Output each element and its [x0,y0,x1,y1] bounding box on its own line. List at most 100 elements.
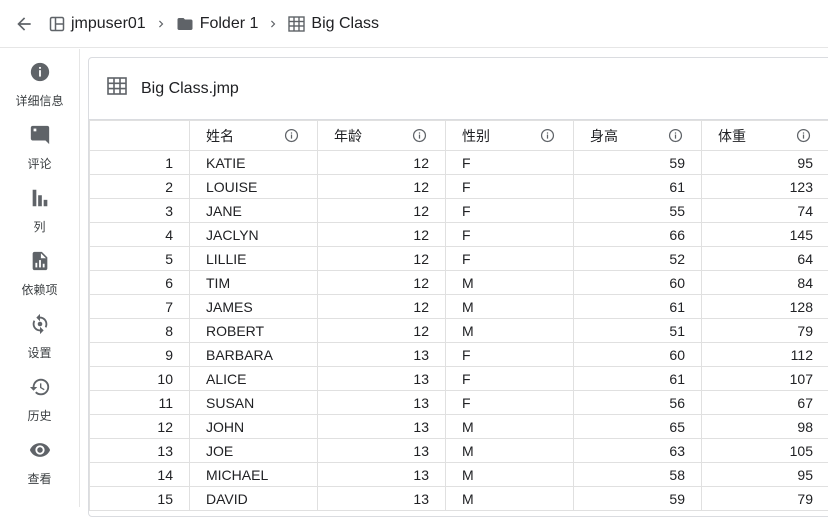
column-header[interactable]: 年龄 [318,121,446,151]
table-cell[interactable]: 12 [318,247,446,271]
breadcrumb-table[interactable]: Big Class [288,15,379,33]
table-cell[interactable]: F [446,391,574,415]
table-cell[interactable]: 112 [702,343,828,367]
sidebar-item-settings[interactable]: 设置 [0,313,79,361]
column-info-icon[interactable] [668,128,683,143]
row-number[interactable]: 11 [90,391,190,415]
back-arrow-icon[interactable] [13,13,35,35]
row-number[interactable]: 10 [90,367,190,391]
table-cell[interactable]: 51 [574,319,702,343]
table-cell[interactable]: 59 [574,151,702,175]
sidebar-item-columns[interactable]: 列 [0,187,79,235]
table-cell[interactable]: 67 [702,391,828,415]
table-cell[interactable]: 12 [318,175,446,199]
table-cell[interactable]: 63 [574,439,702,463]
table-cell[interactable]: 12 [318,223,446,247]
table-cell[interactable]: 61 [574,367,702,391]
sidebar-item-details[interactable]: 详细信息 [0,61,79,109]
table-cell[interactable]: JAMES [190,295,318,319]
row-number[interactable]: 14 [90,463,190,487]
table-cell[interactable]: 13 [318,439,446,463]
table-cell[interactable]: 61 [574,295,702,319]
table-cell[interactable]: BARBARA [190,343,318,367]
row-number[interactable]: 12 [90,415,190,439]
table-cell[interactable]: F [446,247,574,271]
column-info-icon[interactable] [796,128,811,143]
table-row[interactable]: 2LOUISE12F61123 [90,175,828,199]
table-row[interactable]: 7JAMES12M61128 [90,295,828,319]
table-row[interactable]: 3JANE12F5574 [90,199,828,223]
table-cell[interactable]: 95 [702,463,828,487]
table-row[interactable]: 5LILLIE12F5264 [90,247,828,271]
table-cell[interactable]: 105 [702,439,828,463]
table-cell[interactable]: 13 [318,343,446,367]
table-cell[interactable]: JACLYN [190,223,318,247]
breadcrumb-folder[interactable]: Folder 1 [176,15,259,33]
table-cell[interactable]: ALICE [190,367,318,391]
table-cell[interactable]: M [446,415,574,439]
table-cell[interactable]: M [446,439,574,463]
table-cell[interactable]: 13 [318,415,446,439]
table-cell[interactable]: 64 [702,247,828,271]
sidebar-item-history[interactable]: 历史 [0,376,79,424]
table-cell[interactable]: 13 [318,367,446,391]
row-number[interactable]: 8 [90,319,190,343]
table-cell[interactable]: F [446,175,574,199]
table-cell[interactable]: M [446,319,574,343]
row-number[interactable]: 2 [90,175,190,199]
table-cell[interactable]: JOE [190,439,318,463]
column-info-icon[interactable] [540,128,555,143]
table-cell[interactable]: KATIE [190,151,318,175]
table-cell[interactable]: 145 [702,223,828,247]
table-cell[interactable]: 123 [702,175,828,199]
table-cell[interactable]: SUSAN [190,391,318,415]
table-cell[interactable]: JOHN [190,415,318,439]
column-header[interactable]: 体重 [702,121,828,151]
table-cell[interactable]: 98 [702,415,828,439]
table-cell[interactable]: 55 [574,199,702,223]
row-number-header[interactable] [90,121,190,151]
table-cell[interactable]: 12 [318,295,446,319]
table-row[interactable]: 11SUSAN13F5667 [90,391,828,415]
table-cell[interactable]: M [446,271,574,295]
table-row[interactable]: 6TIM12M6084 [90,271,828,295]
table-cell[interactable]: MICHAEL [190,463,318,487]
row-number[interactable]: 9 [90,343,190,367]
sidebar-item-comments[interactable]: 评论 [0,124,79,172]
row-number[interactable]: 4 [90,223,190,247]
table-row[interactable]: 8ROBERT12M5179 [90,319,828,343]
table-row[interactable]: 13JOE13M63105 [90,439,828,463]
row-number[interactable]: 7 [90,295,190,319]
table-cell[interactable]: 12 [318,199,446,223]
table-row[interactable]: 12JOHN13M6598 [90,415,828,439]
table-cell[interactable]: M [446,295,574,319]
breadcrumb-workspace[interactable]: jmpuser01 [49,15,146,33]
table-cell[interactable]: 12 [318,271,446,295]
table-cell[interactable]: F [446,367,574,391]
table-row[interactable]: 14MICHAEL13M5895 [90,463,828,487]
table-cell[interactable]: M [446,463,574,487]
table-cell[interactable]: 60 [574,271,702,295]
row-number[interactable]: 1 [90,151,190,175]
table-cell[interactable]: 128 [702,295,828,319]
sidebar-item-dependencies[interactable]: 依赖项 [0,250,79,298]
table-row[interactable]: 4JACLYN12F66145 [90,223,828,247]
table-cell[interactable]: 107 [702,367,828,391]
table-row[interactable]: 9BARBARA13F60112 [90,343,828,367]
row-number[interactable]: 6 [90,271,190,295]
row-number[interactable]: 5 [90,247,190,271]
table-cell[interactable]: 58 [574,463,702,487]
column-header[interactable]: 性别 [446,121,574,151]
column-info-icon[interactable] [284,128,299,143]
table-cell[interactable]: 95 [702,151,828,175]
row-number[interactable]: 3 [90,199,190,223]
table-cell[interactable]: 61 [574,175,702,199]
table-cell[interactable]: F [446,199,574,223]
sidebar-item-view[interactable]: 查看 [0,439,79,487]
table-cell[interactable]: F [446,223,574,247]
row-number[interactable]: 13 [90,439,190,463]
table-cell[interactable]: 56 [574,391,702,415]
table-cell[interactable]: LOUISE [190,175,318,199]
table-cell[interactable]: LILLIE [190,247,318,271]
table-cell[interactable]: 60 [574,343,702,367]
